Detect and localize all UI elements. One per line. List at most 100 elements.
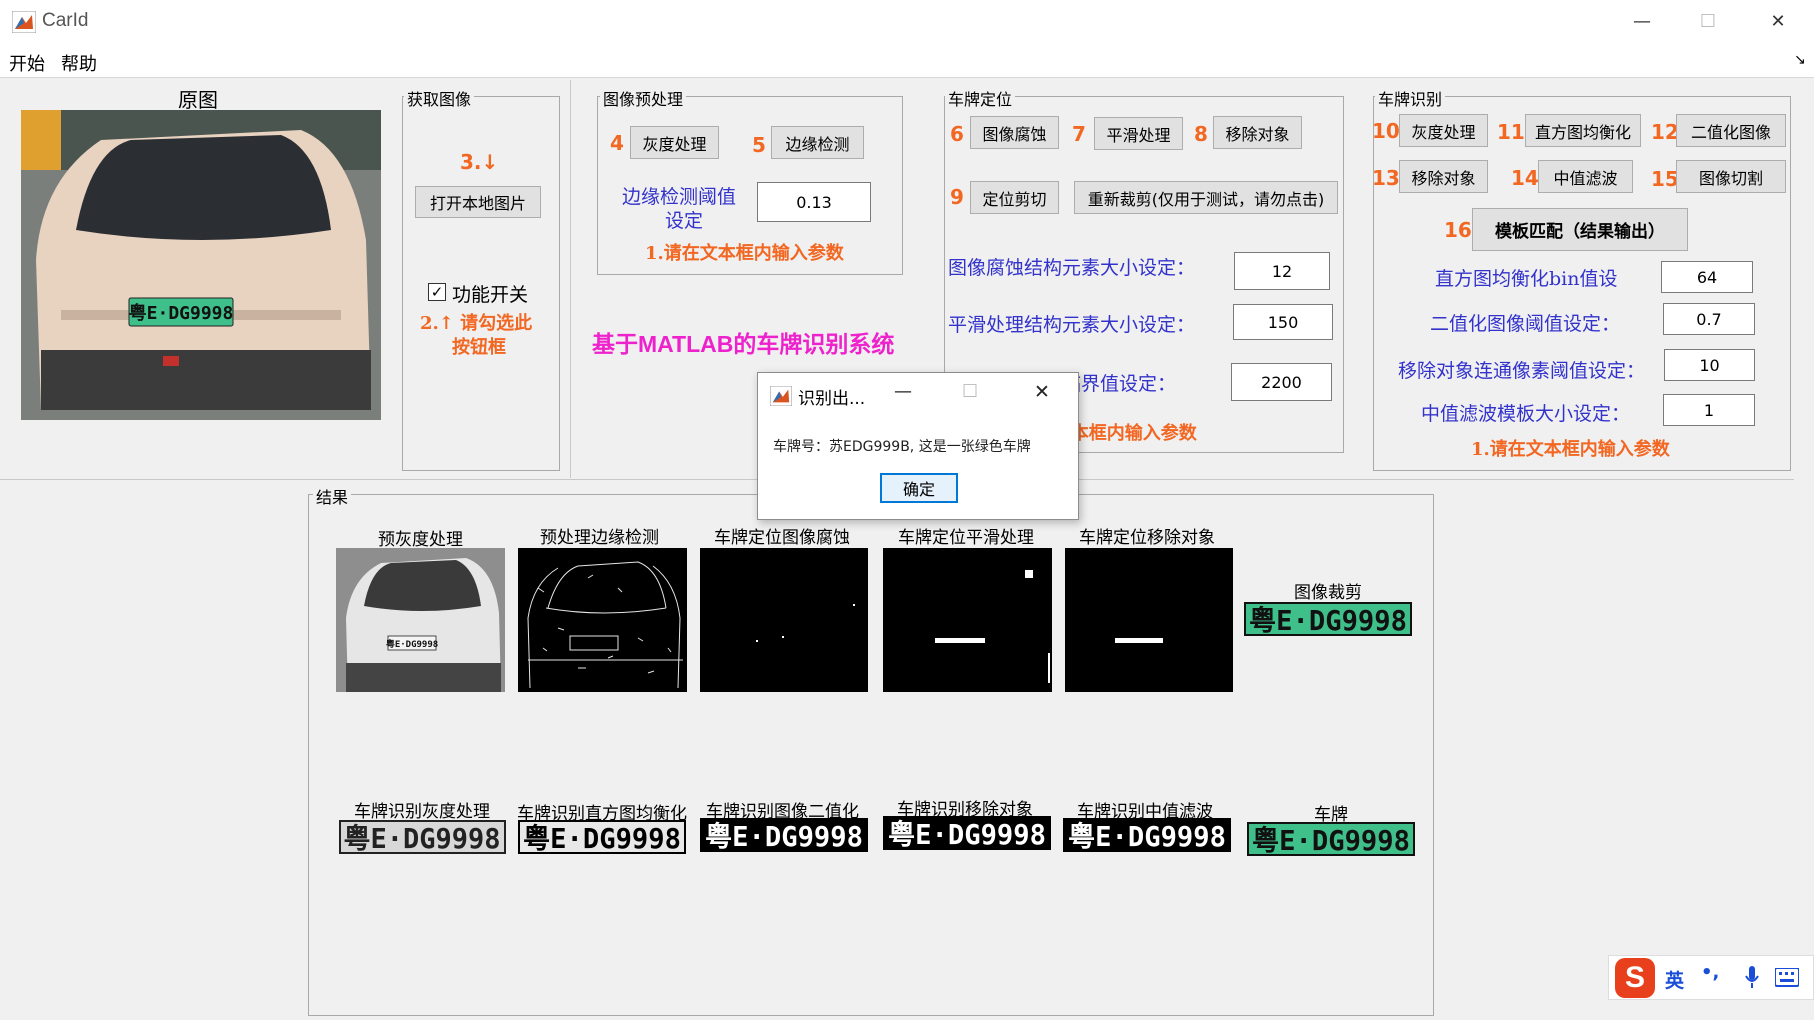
recog-median-plate-text: 粤E·DG9998 xyxy=(1068,820,1226,852)
connected-pixel-input[interactable]: 10 xyxy=(1664,349,1755,381)
binarize-threshold-label: 二值化图像阈值设定： xyxy=(1430,313,1621,335)
open-local-image-button[interactable]: 打开本地图片 xyxy=(415,186,541,218)
system-title: 基于MATLAB的车牌识别系统 xyxy=(592,331,895,357)
function-switch-checkbox[interactable]: ✓ xyxy=(428,283,446,301)
original-car-image: 粤E·DG9998 xyxy=(21,110,381,420)
title-bar: CarId — ☐ ✕ xyxy=(0,0,1814,44)
remove-object-image xyxy=(1065,548,1233,692)
recog-gray-button[interactable]: 灰度处理 xyxy=(1399,114,1488,147)
locate-step-7-num: 7 xyxy=(1072,122,1086,146)
ime-lang-toggle[interactable]: 英 xyxy=(1665,966,1684,993)
acquire-step-hint: 3.↓ xyxy=(460,150,499,174)
remove-object-button[interactable]: 移除对象 xyxy=(1213,116,1302,149)
median-filter-button[interactable]: 中值滤波 xyxy=(1538,160,1633,193)
window-title: CarId xyxy=(42,10,89,31)
dialog-maximize-icon[interactable]: ☐ xyxy=(962,381,978,402)
erode-image xyxy=(700,548,868,692)
caption-recog-gray: 车牌识别灰度处理 xyxy=(354,802,490,822)
preprocess-step-5-num: 5 xyxy=(752,133,766,157)
dialog-minimize-icon[interactable]: — xyxy=(894,381,912,402)
recognize-title: 车牌识别 xyxy=(1375,86,1446,110)
divider xyxy=(570,80,571,478)
edge-threshold-input[interactable]: 0.13 xyxy=(757,182,871,222)
recog-step-15-num: 15 xyxy=(1651,167,1679,191)
acquire-hint-line1: 2.↑ 请勾选此 xyxy=(420,313,533,334)
dock-arrow-icon[interactable]: ↘ xyxy=(1794,52,1806,68)
hist-bin-input[interactable]: 64 xyxy=(1661,261,1753,293)
dialog-message: 车牌号：苏EDG999B, 这是一张绿色车牌 xyxy=(773,439,1031,455)
final-plate-image: 粤E·DG9998 xyxy=(1247,822,1415,856)
dialog-title: 识别出... xyxy=(798,389,866,409)
edge-threshold-label-1: 边缘检测阈值 xyxy=(622,186,737,208)
acquire-hint-line2: 按钮框 xyxy=(452,337,506,358)
matlab-dialog-icon xyxy=(770,386,792,406)
pre-gray-plate-text: 粤E·DG9998 xyxy=(386,638,438,650)
pre-edge-image xyxy=(518,548,687,692)
locate-title: 车牌定位 xyxy=(945,86,1016,110)
recog-gray-plate-image: 粤E·DG9998 xyxy=(339,820,506,854)
erode-size-input[interactable]: 12 xyxy=(1234,252,1330,290)
preprocess-step-4-num: 4 xyxy=(610,131,624,155)
cropped-plate-text: 粤E·DG9998 xyxy=(1249,604,1407,636)
cropped-plate-image: 粤E·DG9998 xyxy=(1244,602,1412,636)
caption-erode: 车牌定位图像腐蚀 xyxy=(714,528,850,548)
keyboard-icon[interactable] xyxy=(1775,968,1799,988)
maximize-icon[interactable]: ☐ xyxy=(1690,8,1726,36)
caption-crop: 图像裁剪 xyxy=(1294,583,1362,603)
recog-step-16-num: 16 xyxy=(1444,218,1472,242)
median-size-label: 中值滤波模板大小设定： xyxy=(1421,403,1631,425)
binarize-button[interactable]: 二值化图像 xyxy=(1676,114,1786,147)
close-icon[interactable]: ✕ xyxy=(1760,8,1796,36)
recog-remove-object-button[interactable]: 移除对象 xyxy=(1399,160,1488,193)
locate-crop-button[interactable]: 定位剪切 xyxy=(970,181,1059,214)
recog-remove-plate-text: 粤E·DG9998 xyxy=(888,818,1046,850)
edge-detect-button[interactable]: 边缘检测 xyxy=(771,126,864,159)
ime-punct-toggle[interactable]: •, xyxy=(1701,962,1719,983)
edge-threshold-label-2: 设定 xyxy=(665,210,704,232)
recrop-button[interactable]: 重新裁剪(仅用于测试，请勿点击) xyxy=(1074,181,1338,214)
smooth-image xyxy=(883,548,1052,692)
caption-remove: 车牌定位移除对象 xyxy=(1079,528,1215,548)
locate-step-8-num: 8 xyxy=(1194,122,1208,146)
sogou-logo-icon[interactable]: S xyxy=(1615,958,1655,998)
menu-bar: 开始 帮助 ↘ xyxy=(0,44,1814,78)
menu-start[interactable]: 开始 xyxy=(9,50,45,76)
hist-bin-label: 直方图均衡化bin值设 xyxy=(1435,268,1618,290)
minimize-icon[interactable]: — xyxy=(1624,8,1660,36)
caption-pre-gray: 预灰度处理 xyxy=(378,530,463,550)
image-segment-button[interactable]: 图像切割 xyxy=(1676,160,1786,193)
smooth-size-input[interactable]: 150 xyxy=(1233,304,1333,340)
gray-process-button[interactable]: 灰度处理 xyxy=(630,126,719,159)
dialog-close-icon[interactable]: ✕ xyxy=(1034,381,1050,403)
recog-step-12-num: 12 xyxy=(1651,120,1679,144)
recog-step-11-num: 11 xyxy=(1497,120,1525,144)
recog-binary-plate-text: 粤E·DG9998 xyxy=(705,820,863,852)
binarize-threshold-input[interactable]: 0.7 xyxy=(1663,303,1755,335)
recog-step-10-num: 10 xyxy=(1372,119,1400,143)
erode-button[interactable]: 图像腐蚀 xyxy=(970,116,1059,149)
connected-pixel-label: 移除对象连通像素阈值设定： xyxy=(1398,360,1646,382)
hist-equalize-button[interactable]: 直方图均衡化 xyxy=(1525,114,1641,147)
recog-step-13-num: 13 xyxy=(1372,166,1400,190)
recog-binary-plate-image: 粤E·DG9998 xyxy=(700,818,868,852)
menu-help[interactable]: 帮助 xyxy=(61,50,97,76)
microphone-icon[interactable] xyxy=(1745,966,1759,990)
caption-pre-edge: 预处理边缘检测 xyxy=(540,528,659,548)
original-plate-text: 粤E·DG9998 xyxy=(129,302,234,324)
matlab-app-icon xyxy=(12,11,36,33)
original-title: 原图 xyxy=(178,88,218,112)
median-size-input[interactable]: 1 xyxy=(1663,394,1755,426)
dialog-ok-button[interactable]: 确定 xyxy=(880,473,958,503)
recognize-hint: 1.请在文本框内输入参数 xyxy=(1471,439,1670,460)
preprocess-title: 图像预处理 xyxy=(600,86,687,110)
pre-gray-image: 粤E·DG9998 xyxy=(336,548,505,692)
smooth-button[interactable]: 平滑处理 xyxy=(1094,117,1183,150)
preprocess-hint: 1.请在文本框内输入参数 xyxy=(645,243,844,264)
acquire-title: 获取图像 xyxy=(404,86,475,110)
template-match-button[interactable]: 模板匹配（结果输出） xyxy=(1472,208,1688,251)
locate-step-9-num: 9 xyxy=(950,185,964,209)
final-plate-text: 粤E·DG9998 xyxy=(1252,824,1410,856)
results-title: 结果 xyxy=(313,484,352,508)
remove-threshold-input[interactable]: 2200 xyxy=(1231,363,1332,401)
erode-size-label: 图像腐蚀结构元素大小设定： xyxy=(948,257,1196,279)
